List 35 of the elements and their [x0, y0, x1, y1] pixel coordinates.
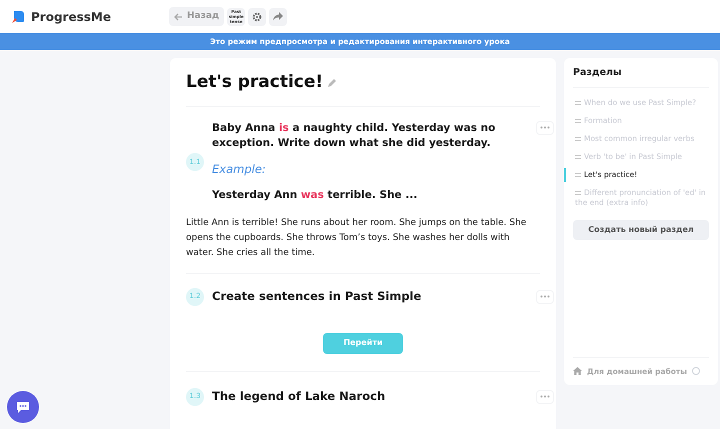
exercise-description: Little Ann is terrible! She runs about her room. She jumps on the table. She opens the cupboards. She throws Tom’s toys. She washes her dolls with water. She cries all the time. [186, 216, 528, 260]
drag-handle-icon [575, 137, 581, 142]
exercise-title: Create sentences in Past Simple [212, 288, 422, 305]
more-button[interactable] [536, 390, 554, 404]
logo-icon [11, 10, 25, 24]
sections-title: Разделы [573, 66, 709, 88]
arrow-left-icon [174, 12, 183, 20]
lesson-title: Let's practice! [186, 71, 324, 94]
back-button[interactable]: Назад [169, 7, 224, 26]
task-text: Baby Anna is a naughty child. Yesterday was no exception. Write down what she did yesterday. [212, 120, 496, 150]
settings-button[interactable] [248, 8, 266, 26]
drag-handle-icon [575, 173, 581, 178]
more-icon [540, 395, 550, 398]
chat-icon [16, 400, 30, 414]
help-icon [692, 367, 700, 376]
more-icon [540, 126, 550, 129]
example-label: Example: [212, 160, 267, 178]
drag-handle-icon [575, 155, 581, 160]
exercise-title: The legend of Lake Naroch [212, 388, 386, 405]
settings-icon [252, 12, 262, 22]
more-button[interactable] [536, 290, 554, 304]
chat-button[interactable] [7, 391, 39, 423]
drag-handle-icon [575, 191, 581, 196]
drag-handle-icon [575, 101, 581, 106]
share-icon [273, 12, 284, 21]
home-icon [573, 367, 582, 376]
example-text: Yesterday Ann was terrible. She ... [212, 188, 418, 203]
share-button[interactable] [269, 8, 288, 26]
go-button[interactable]: Перейти [323, 332, 403, 354]
create-section-button[interactable]: Создать новый раздел [573, 220, 709, 240]
more-button[interactable] [536, 120, 554, 134]
pencil-icon [327, 78, 338, 88]
logo-text: ProgressMe [31, 8, 111, 26]
more-icon [540, 295, 550, 298]
drag-handle-icon [575, 119, 581, 124]
